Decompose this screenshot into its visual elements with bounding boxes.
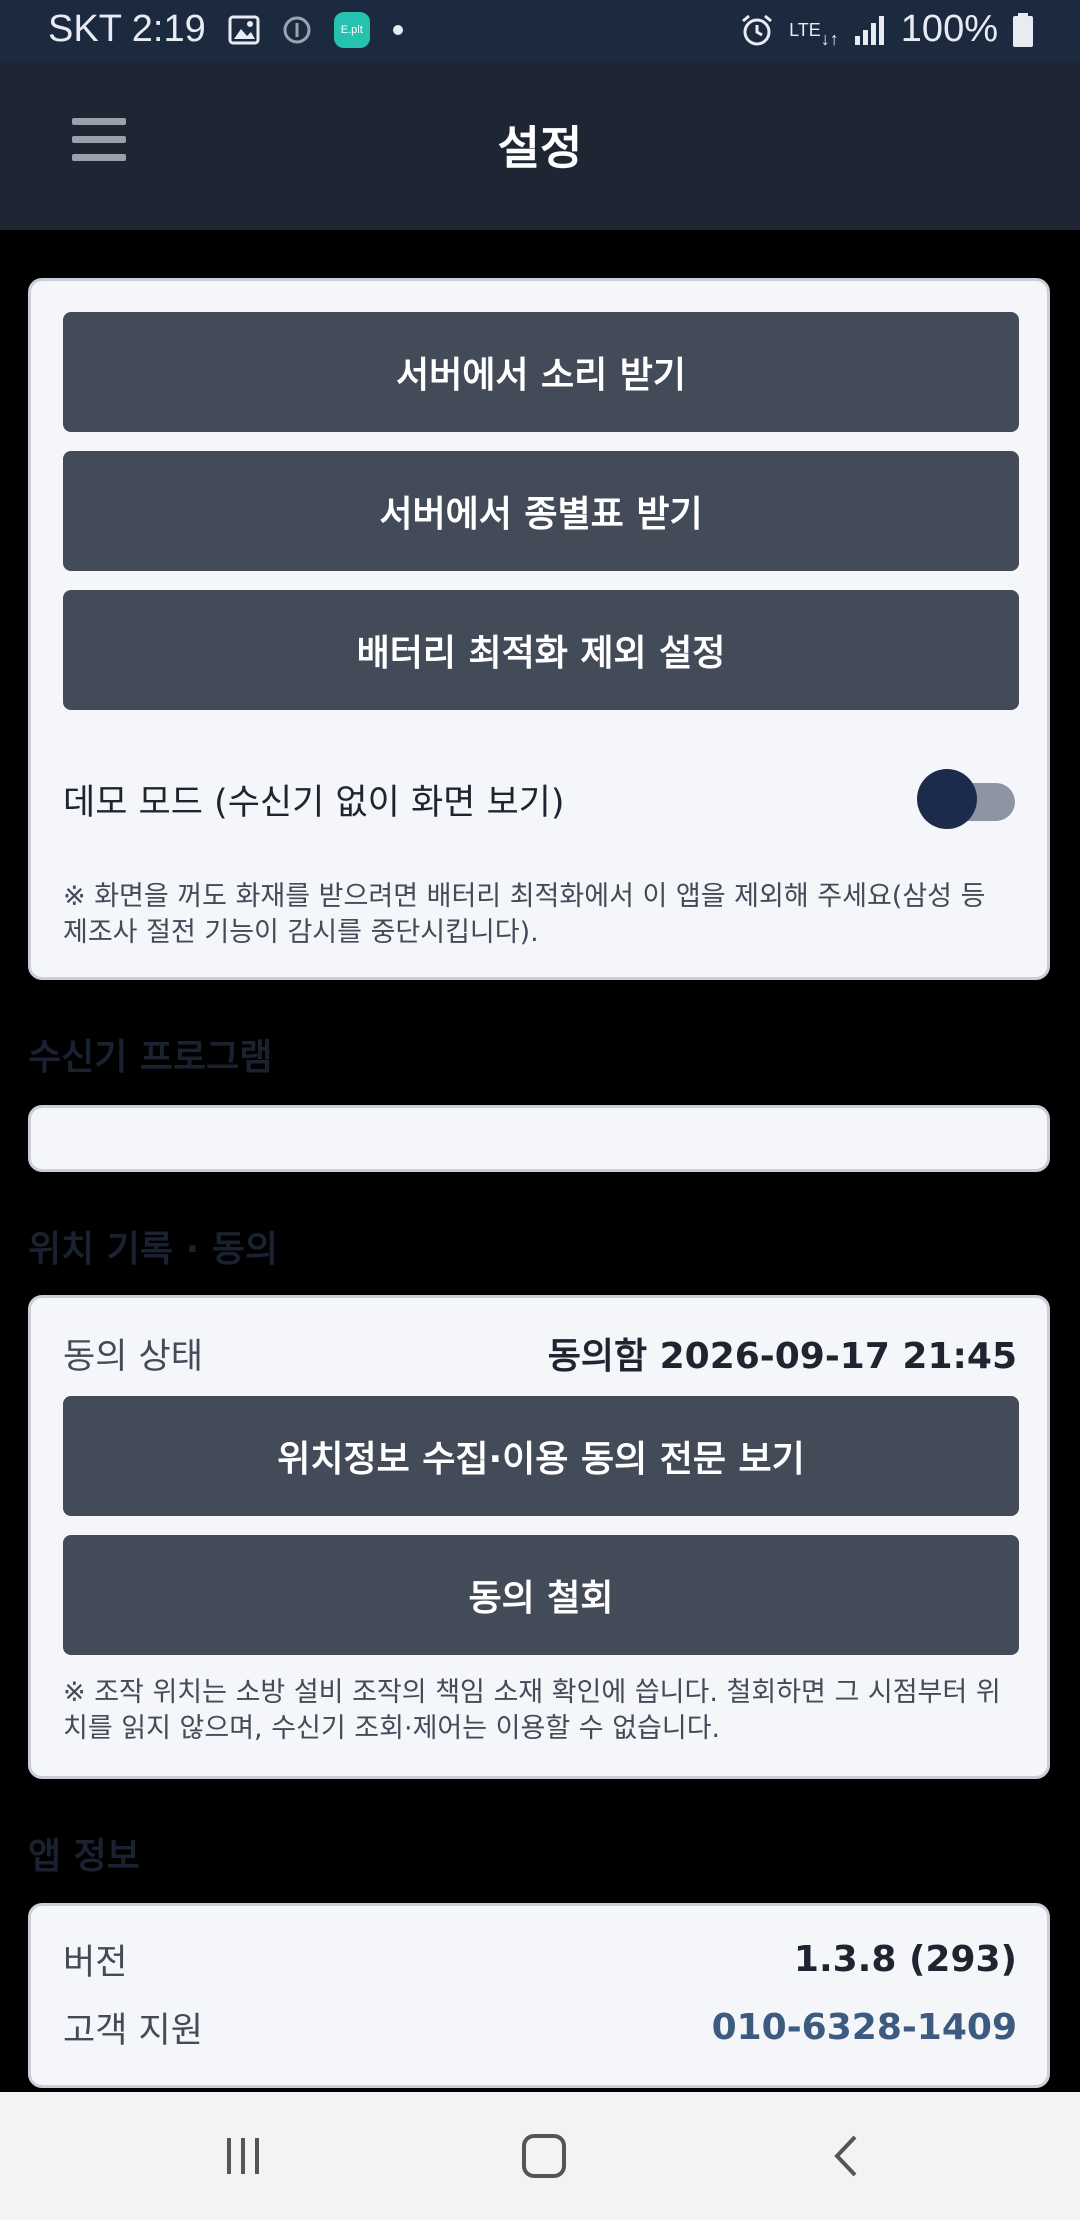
app-bar: 설정	[0, 62, 1080, 230]
clock-label: 2:19	[131, 8, 206, 50]
consent-status-label: 동의 상태	[63, 1336, 203, 1377]
support-label: 고객 지원	[63, 2010, 203, 2051]
lte-label: LTE	[789, 19, 821, 40]
receiver-program-card[interactable]	[28, 1105, 1050, 1172]
status-bar: SKT 2:19 E.plt LTE ↓↑ 100%	[0, 0, 1080, 62]
gallery-icon	[228, 15, 260, 45]
consent-status-row: 동의 상태 동의함 2026-09-17 21:45	[63, 1318, 1017, 1388]
download-sounds-button[interactable]: 서버에서 소리 받기	[63, 312, 1019, 432]
version-row: 버전 1.3.8 (293)	[63, 1924, 1017, 1994]
server-settings-card: 서버에서 소리 받기 서버에서 종별표 받기 배터리 최적화 제외 설정 데모 …	[28, 278, 1050, 980]
consent-status-value: 동의함 2026-09-17 21:45	[547, 1336, 1017, 1377]
location-consent-card: 동의 상태 동의함 2026-09-17 21:45 위치정보 수집·이용 동의…	[28, 1295, 1050, 1779]
view-consent-terms-button[interactable]: 위치정보 수집·이용 동의 전문 보기	[63, 1396, 1019, 1516]
back-icon[interactable]	[802, 2126, 892, 2186]
support-row: 고객 지원 010-6328-1409	[63, 1992, 1017, 2062]
version-label: 버전	[63, 1942, 128, 1983]
system-nav-bar	[0, 2092, 1080, 2220]
location-section-title: 위치 기록 · 동의	[28, 1229, 278, 1270]
alarm-icon	[739, 12, 775, 48]
carrier-time: SKT 2:19	[48, 8, 206, 51]
version-value: 1.3.8 (293)	[793, 1938, 1017, 1980]
settings-scroll-area[interactable]: 서버에서 소리 받기 서버에서 종별표 받기 배터리 최적화 제외 설정 데모 …	[0, 230, 1080, 2092]
toggle-knob	[917, 769, 977, 829]
eplt-app-icon: E.plt	[333, 11, 370, 48]
battery-icon	[1012, 12, 1034, 48]
info-circle-icon	[282, 15, 312, 45]
demo-mode-toggle[interactable]	[917, 769, 1017, 829]
location-note: ※ 조작 위치는 소방 설비 조작의 책임 소재 확인에 씁니다. 철회하면 그…	[63, 1677, 1001, 1744]
battery-percent: 100%	[900, 8, 998, 50]
home-icon[interactable]	[499, 2126, 589, 2186]
withdraw-consent-button[interactable]: 동의 철회	[63, 1535, 1019, 1655]
dot-icon	[392, 24, 404, 36]
receiver-section-title: 수신기 프로그램	[28, 1037, 273, 1078]
app-info-card: 버전 1.3.8 (293) 고객 지원 010-6328-1409	[28, 1903, 1050, 2088]
signal-icon	[853, 14, 887, 46]
page-title: 설정	[497, 121, 583, 175]
download-type-table-button[interactable]: 서버에서 종별표 받기	[63, 451, 1019, 571]
battery-note: ※ 화면을 꺼도 화재를 받으려면 배터리 최적화에서 이 앱을 제외해 주세요…	[63, 881, 986, 948]
app-info-section-title: 앱 정보	[28, 1836, 140, 1877]
lte-icon: LTE ↓↑	[789, 19, 839, 49]
battery-optimization-button[interactable]: 배터리 최적화 제외 설정	[63, 590, 1019, 710]
support-phone-link[interactable]: 010-6328-1409	[712, 2007, 1017, 2048]
demo-mode-label: 데모 모드 (수신기 없이 화면 보기)	[63, 782, 565, 823]
carrier-label: SKT	[48, 8, 122, 50]
recent-apps-icon[interactable]	[198, 2126, 288, 2186]
demo-mode-row: 데모 모드 (수신기 없이 화면 보기)	[63, 759, 1017, 839]
